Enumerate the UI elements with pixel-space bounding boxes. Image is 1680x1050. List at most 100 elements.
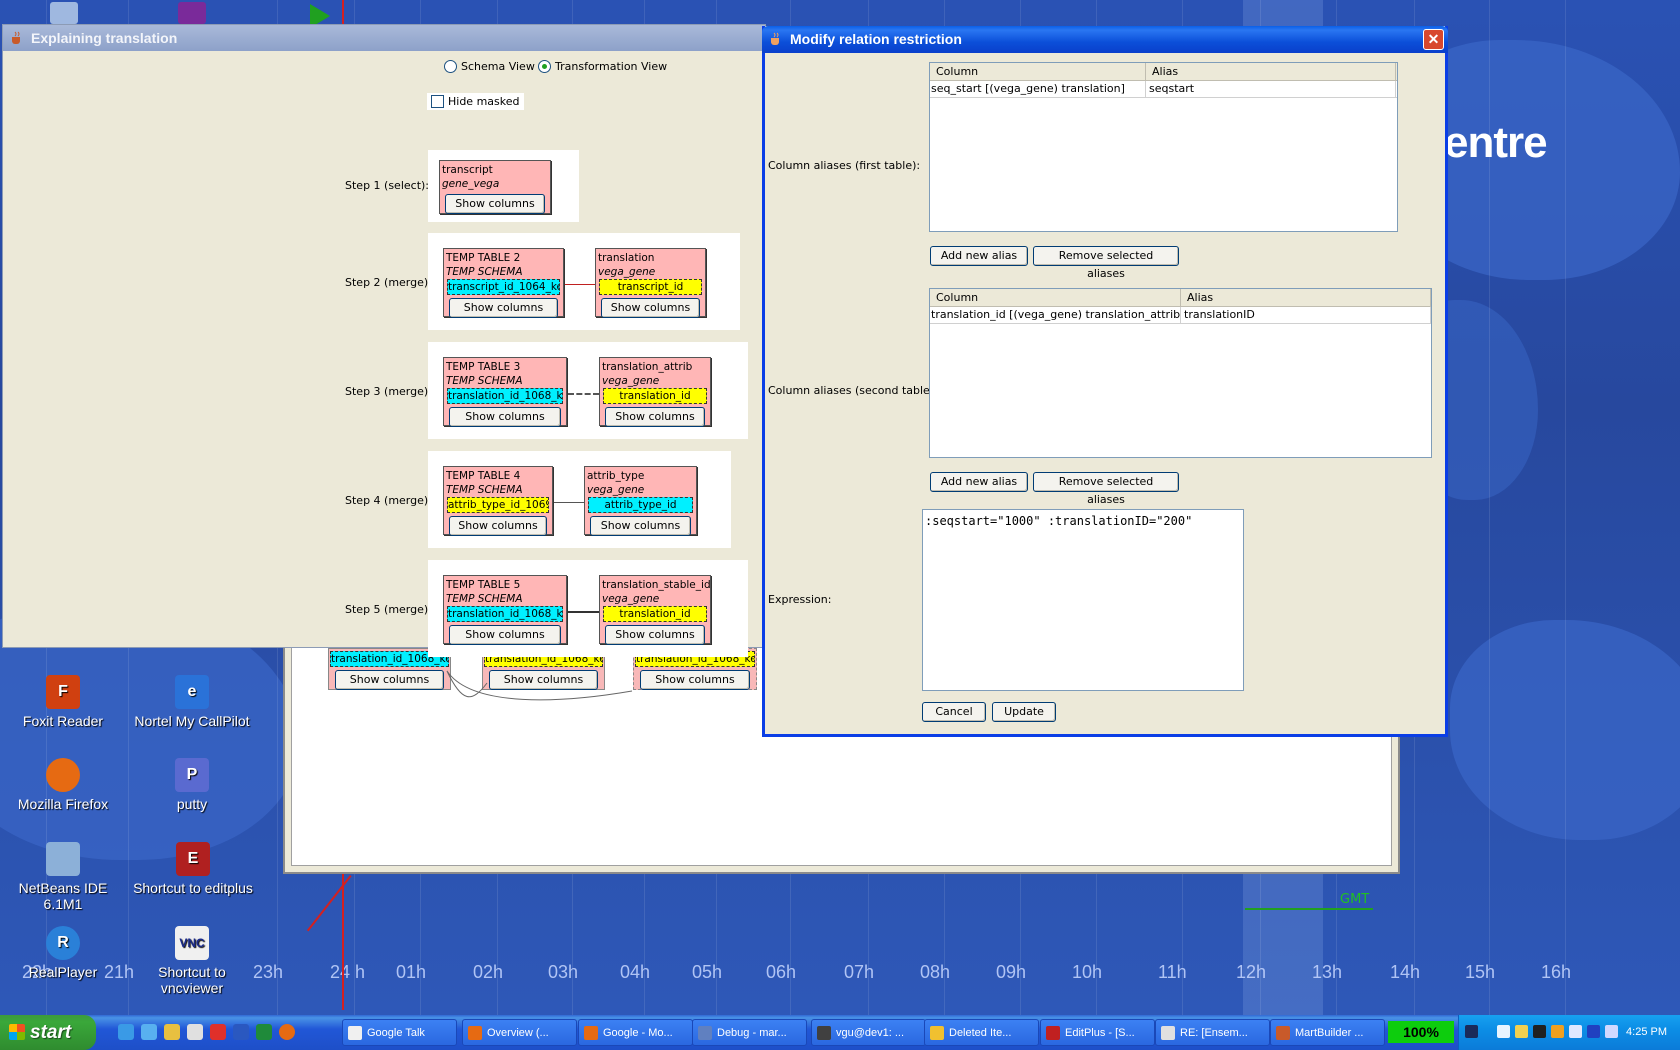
media-quicklaunch-icon[interactable] <box>187 1024 203 1040</box>
show-columns-button[interactable]: Show columns <box>449 407 561 427</box>
table-box-translation-attrib[interactable]: translation_attrib vega_gene translation… <box>599 357 711 427</box>
show-columns-button[interactable]: Show columns <box>449 298 558 318</box>
title-bar[interactable]: Modify relation restriction ✕ <box>762 26 1448 53</box>
desktop-icon-netbeans[interactable]: NetBeans IDE 6.1M1 <box>3 842 123 912</box>
second-table-aliases-grid[interactable]: Column Alias translation_id [(vega_gene)… <box>929 288 1432 458</box>
row-column-cell[interactable]: seq_start [(vega_gene) translation] <box>930 81 1146 97</box>
radio-schema-view[interactable]: Schema View <box>444 60 535 73</box>
column-header[interactable]: Column <box>930 63 1146 80</box>
row-column-cell[interactable]: translation_id [(vega_gene) translation_… <box>930 307 1181 323</box>
expression-textarea[interactable]: :seqstart="1000" :translationID="200" <box>922 509 1244 691</box>
dialog-title: Modify relation restriction <box>790 31 962 47</box>
ie-alt-quicklaunch-icon[interactable] <box>141 1024 157 1040</box>
clock[interactable]: 4:25 PM <box>1626 1015 1667 1050</box>
add-alias-button-first[interactable]: Add new alias <box>930 246 1028 266</box>
yahoo-icon[interactable] <box>178 2 206 24</box>
table-box-temp-table-2[interactable]: TEMP TABLE 2 TEMP SCHEMA transcript_id_1… <box>443 248 564 318</box>
window-title: Explaining translation <box>31 30 178 46</box>
taskbar-task-button[interactable]: Debug - mar... <box>692 1019 807 1046</box>
show-columns-button[interactable]: Show columns <box>335 670 444 690</box>
radio-circle-selected[interactable] <box>538 60 551 73</box>
table-name: TEMP TABLE 3 <box>446 361 521 373</box>
desktop-icon-putty[interactable]: P putty <box>132 758 252 812</box>
remove-aliases-button-first[interactable]: Remove selected aliases <box>1033 246 1179 280</box>
table-box-temp-table-3[interactable]: TEMP TABLE 3 TEMP SCHEMA translation_id_… <box>443 357 567 427</box>
grid-header: Column Alias <box>930 289 1431 307</box>
pdf-quicklaunch-icon[interactable] <box>210 1024 226 1040</box>
taskbar-task-button[interactable]: Deleted Ite... <box>924 1019 1039 1046</box>
hour-label: 24 h <box>330 962 366 982</box>
word-quicklaunch-icon[interactable] <box>233 1024 249 1040</box>
update-button[interactable]: Update <box>992 702 1056 722</box>
desktop-icon-realplayer[interactable]: R RealPlayer <box>3 926 123 980</box>
taskbar-task-button[interactable]: RE: [Ensem... <box>1155 1019 1270 1046</box>
radio-transformation-view[interactable]: Transformation View <box>538 60 667 73</box>
show-columns-button[interactable]: Show columns <box>605 407 705 427</box>
taskbar-task-button[interactable]: Google Talk <box>342 1019 457 1046</box>
zoom-indicator[interactable]: 100% <box>1388 1021 1454 1043</box>
tray-bluetooth-icon[interactable] <box>1587 1025 1600 1038</box>
notes-quicklaunch-icon[interactable] <box>164 1024 180 1040</box>
tray-alert-icon[interactable] <box>1551 1025 1564 1038</box>
table-row[interactable]: translation_id [(vega_gene) translation_… <box>930 307 1431 324</box>
task-label: MartBuilder ... <box>1295 1027 1364 1039</box>
taskbar-task-button[interactable]: EditPlus - [S... <box>1040 1019 1155 1046</box>
ie-quicklaunch-icon[interactable] <box>118 1024 134 1040</box>
tray-network-icon[interactable] <box>1497 1025 1510 1038</box>
desktop-icon-vncviewer[interactable]: VNC Shortcut to vncviewer <box>132 926 252 996</box>
row-alias-cell[interactable]: seqstart <box>1146 81 1396 97</box>
show-columns-button[interactable]: Show columns <box>590 516 691 536</box>
task-label: Deleted Ite... <box>949 1027 1012 1039</box>
tray-phone-icon[interactable] <box>1533 1025 1546 1038</box>
tray-volume-icon[interactable] <box>1605 1025 1618 1038</box>
excel-quicklaunch-icon[interactable] <box>256 1024 272 1040</box>
desktop-icon-callpilot[interactable]: e Nortel My CallPilot <box>132 675 252 729</box>
alias-header[interactable]: Alias <box>1146 63 1396 80</box>
table-key-column: attrib_type_id <box>588 497 693 513</box>
system-tray: 4:25 PM <box>1458 1015 1680 1050</box>
show-columns-button[interactable]: Show columns <box>449 625 561 645</box>
first-table-aliases-grid[interactable]: Column Alias seq_start [(vega_gene) tran… <box>929 62 1398 232</box>
desktop-icon-foxit[interactable]: F Foxit Reader <box>3 675 123 729</box>
show-columns-button[interactable]: Show columns <box>605 625 705 645</box>
taskbar-task-button[interactable]: Google - Mo... <box>578 1019 693 1046</box>
close-button[interactable]: ✕ <box>1423 29 1444 50</box>
table-box-attrib-type[interactable]: attrib_type vega_gene attrib_type_id Sho… <box>584 466 697 536</box>
table-box-temp-table-5[interactable]: TEMP TABLE 5 TEMP SCHEMA translation_id_… <box>443 575 567 645</box>
show-columns-button[interactable]: Show columns <box>640 670 750 690</box>
realplayer-icon: R <box>46 926 80 960</box>
task-app-icon <box>348 1026 362 1040</box>
editplus-icon: E <box>176 842 210 876</box>
title-bar[interactable]: Explaining translation <box>3 25 765 51</box>
cancel-button[interactable]: Cancel <box>922 702 986 722</box>
table-box-transcript[interactable]: transcript gene_vega Show columns <box>439 160 551 214</box>
hour-label: 02h <box>473 962 504 982</box>
table-box-temp-table-4[interactable]: TEMP TABLE 4 TEMP SCHEMA attrib_type_id_… <box>443 466 553 536</box>
firefox-quicklaunch-icon[interactable] <box>279 1024 295 1040</box>
show-columns-button[interactable]: Show columns <box>601 298 700 318</box>
desktop-icon-editplus[interactable]: E Shortcut to editplus <box>126 842 260 896</box>
row-alias-cell[interactable]: translationID <box>1181 307 1431 323</box>
hide-masked-checkbox[interactable]: Hide masked <box>427 93 524 110</box>
taskbar-task-button[interactable]: Overview (... <box>462 1019 577 1046</box>
table-box-translation-stable-id[interactable]: translation_stable_id vega_gene translat… <box>599 575 711 645</box>
remove-aliases-button-second[interactable]: Remove selected aliases <box>1033 472 1179 506</box>
show-columns-button[interactable]: Show columns <box>445 194 545 214</box>
alias-header[interactable]: Alias <box>1181 289 1431 306</box>
checkbox-square[interactable] <box>431 95 444 108</box>
tray-app-icon[interactable] <box>1465 1025 1478 1038</box>
taskbar-task-button[interactable]: MartBuilder ... <box>1270 1019 1385 1046</box>
table-box-translation[interactable]: translation vega_gene transcript_id Show… <box>595 248 706 318</box>
radio-circle[interactable] <box>444 60 457 73</box>
desktop-icon-partial[interactable] <box>50 2 78 24</box>
tray-chat-icon[interactable] <box>1569 1025 1582 1038</box>
add-alias-button-second[interactable]: Add new alias <box>930 472 1028 492</box>
show-columns-button[interactable]: Show columns <box>449 516 547 536</box>
table-row[interactable]: seq_start [(vega_gene) translation] seqs… <box>930 81 1397 98</box>
desktop-icon-firefox[interactable]: Mozilla Firefox <box>3 758 123 812</box>
start-button[interactable]: start <box>0 1015 96 1050</box>
taskbar-task-button[interactable]: vgu@dev1: ... <box>811 1019 926 1046</box>
table-schema: vega_gene <box>587 484 645 496</box>
column-header[interactable]: Column <box>930 289 1181 306</box>
tray-mail-icon[interactable] <box>1515 1025 1528 1038</box>
